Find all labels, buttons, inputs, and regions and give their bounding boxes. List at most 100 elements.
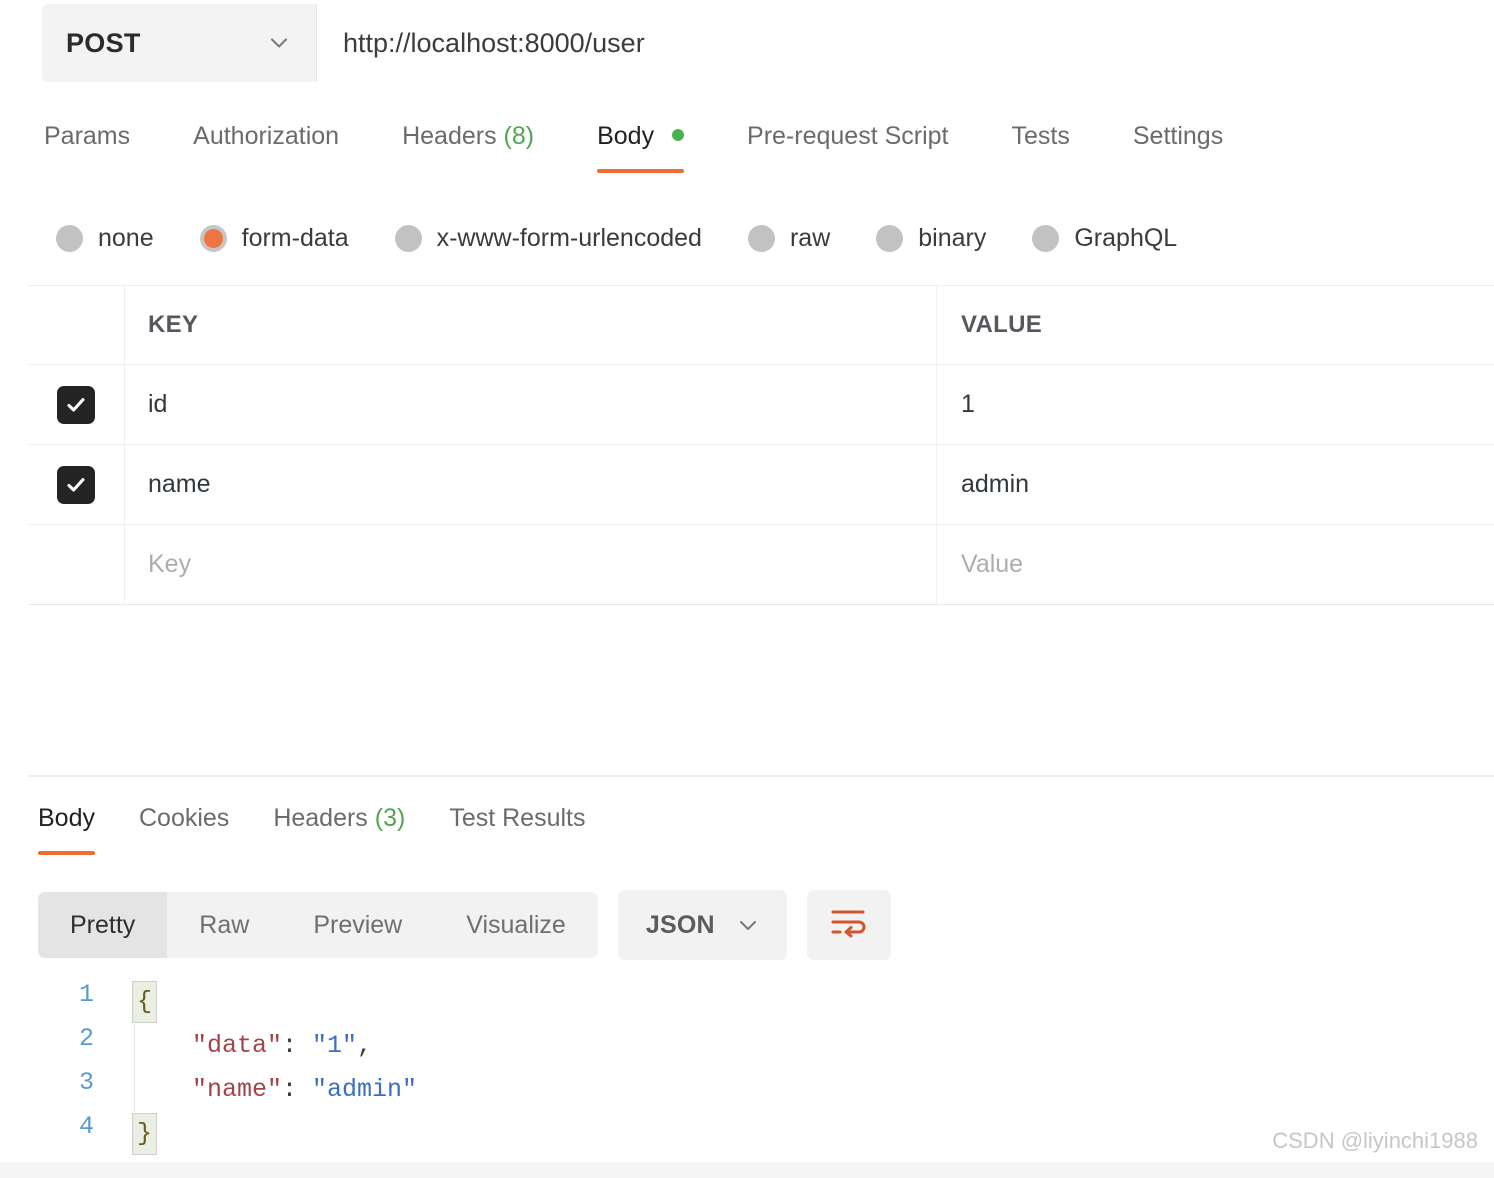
radio-icon bbox=[876, 224, 904, 252]
radio-raw-label: raw bbox=[789, 223, 831, 252]
view-mode-segmented-control: Pretty Raw Preview Visualize bbox=[38, 892, 598, 958]
check-icon[interactable] bbox=[57, 465, 95, 504]
row-key-cell[interactable]: id bbox=[125, 365, 937, 444]
tab-settings-label: Settings bbox=[1132, 122, 1224, 150]
json-value: "admin" bbox=[312, 1075, 418, 1104]
tab-body[interactable]: Body bbox=[597, 118, 685, 173]
wrap-lines-button[interactable] bbox=[806, 890, 891, 960]
brace-open: { bbox=[132, 981, 158, 1023]
view-mode-preview-label: Preview bbox=[313, 910, 403, 939]
pane-divider[interactable] bbox=[28, 775, 1494, 777]
radio-form-data-label: form-data bbox=[241, 223, 349, 252]
radio-graphql[interactable]: GraphQL bbox=[1032, 224, 1177, 253]
response-tab-headers-label: Headers bbox=[273, 804, 368, 832]
json-comma: , bbox=[357, 1031, 373, 1060]
response-format-select[interactable]: JSON bbox=[617, 890, 787, 960]
view-mode-pretty-label: Pretty bbox=[70, 910, 136, 939]
response-tab-headers-count: (3) bbox=[374, 804, 406, 832]
code-line: 1 { bbox=[38, 980, 1494, 1024]
green-dot-icon bbox=[672, 129, 685, 142]
view-mode-pretty[interactable]: Pretty bbox=[38, 892, 168, 958]
radio-graphql-label: GraphQL bbox=[1074, 223, 1178, 252]
code-line-text: } bbox=[132, 1112, 158, 1156]
radio-binary-label: binary bbox=[918, 223, 987, 252]
bottom-bar bbox=[0, 1162, 1494, 1178]
response-tab-test-results-label: Test Results bbox=[449, 804, 586, 832]
tab-authorization-label: Authorization bbox=[193, 122, 340, 150]
radio-icon bbox=[1032, 224, 1060, 252]
tab-tests-label: Tests bbox=[1011, 122, 1070, 150]
indent-guide bbox=[134, 1024, 135, 1112]
radio-selected-icon bbox=[199, 224, 227, 252]
code-line: 2 "data": "1", bbox=[38, 1024, 1494, 1068]
table-row: id 1 bbox=[28, 365, 1494, 445]
radio-form-data[interactable]: form-data bbox=[199, 223, 349, 253]
chevron-down-icon bbox=[268, 32, 290, 54]
code-line-text: { bbox=[132, 980, 158, 1024]
response-tab-body[interactable]: Body bbox=[38, 800, 95, 855]
brace-close: } bbox=[132, 1113, 158, 1155]
line-number: 2 bbox=[78, 1024, 94, 1053]
row-value-text: 1 bbox=[961, 390, 975, 418]
row-key-text: id bbox=[148, 390, 168, 418]
header-checkbox-cell bbox=[28, 286, 125, 364]
postman-request-response-panel: POST http://localhost:8000/user Params A… bbox=[0, 0, 1494, 1178]
response-format-label: JSON bbox=[645, 910, 715, 939]
wrap-lines-icon bbox=[829, 906, 869, 945]
empty-row-checkbox-cell bbox=[28, 525, 125, 604]
response-tab-test-results[interactable]: Test Results bbox=[449, 800, 585, 855]
json-separator: : bbox=[282, 1031, 313, 1060]
response-tab-body-label: Body bbox=[38, 804, 95, 832]
tab-tests[interactable]: Tests bbox=[1012, 118, 1070, 173]
url-input[interactable]: http://localhost:8000/user bbox=[316, 4, 1494, 82]
radio-x-www-form-urlencoded[interactable]: x-www-form-urlencoded bbox=[394, 224, 702, 253]
radio-binary[interactable]: binary bbox=[876, 224, 986, 253]
tab-params-label: Params bbox=[44, 122, 131, 150]
code-line-text: "data": "1", bbox=[132, 1024, 372, 1068]
view-mode-visualize-label: Visualize bbox=[466, 910, 566, 939]
tab-authorization[interactable]: Authorization bbox=[193, 118, 339, 173]
json-separator: : bbox=[282, 1075, 313, 1104]
tab-pre-request-script-label: Pre-request Script bbox=[747, 122, 949, 150]
radio-none[interactable]: none bbox=[56, 224, 154, 253]
tab-headers-count: (8) bbox=[503, 122, 535, 150]
tab-params[interactable]: Params bbox=[44, 118, 130, 173]
code-line-text: "name": "admin" bbox=[132, 1068, 417, 1112]
new-value-input[interactable]: Value bbox=[937, 525, 1494, 604]
line-number: 3 bbox=[78, 1068, 94, 1097]
tab-pre-request-script[interactable]: Pre-request Script bbox=[747, 118, 948, 173]
response-tab-cookies-label: Cookies bbox=[138, 804, 230, 832]
view-mode-visualize[interactable]: Visualize bbox=[434, 892, 598, 958]
radio-icon bbox=[56, 224, 83, 252]
radio-raw[interactable]: raw bbox=[747, 223, 831, 253]
http-method-label: POST bbox=[66, 27, 141, 58]
view-mode-raw[interactable]: Raw bbox=[167, 892, 281, 958]
radio-none-label: none bbox=[98, 223, 154, 252]
watermark: CSDN @liyinchi1988 bbox=[1272, 1128, 1478, 1153]
tab-headers[interactable]: Headers (8) bbox=[402, 118, 534, 173]
row-value-cell[interactable]: admin bbox=[937, 445, 1494, 524]
view-mode-preview[interactable]: Preview bbox=[281, 892, 434, 958]
chevron-down-icon bbox=[737, 914, 759, 936]
row-checkbox-cell bbox=[28, 445, 125, 524]
json-key: "name" bbox=[192, 1075, 283, 1104]
response-tabs: Body Cookies Headers (3) Test Results bbox=[38, 800, 1494, 860]
row-key-cell[interactable]: name bbox=[125, 445, 937, 524]
line-number: 4 bbox=[78, 1112, 94, 1141]
response-tab-cookies[interactable]: Cookies bbox=[139, 800, 229, 855]
check-icon[interactable] bbox=[57, 385, 95, 424]
response-tab-headers[interactable]: Headers (3) bbox=[273, 800, 405, 855]
new-key-input[interactable]: Key bbox=[125, 525, 937, 604]
tab-settings[interactable]: Settings bbox=[1133, 118, 1223, 173]
column-header-value: VALUE bbox=[961, 311, 1043, 338]
row-value-cell[interactable]: 1 bbox=[937, 365, 1494, 444]
http-method-select[interactable]: POST bbox=[42, 4, 316, 82]
request-tabs: Params Authorization Headers (8) Body Pr… bbox=[44, 118, 1494, 180]
table-empty-row: Key Value bbox=[28, 525, 1494, 605]
table-header-row: KEY VALUE bbox=[28, 285, 1494, 365]
view-mode-raw-label: Raw bbox=[199, 910, 250, 939]
url-text: http://localhost:8000/user bbox=[343, 27, 645, 58]
form-data-table: KEY VALUE id 1 name admin Key Value bbox=[28, 285, 1494, 605]
radio-icon bbox=[747, 224, 775, 252]
header-value-cell: VALUE bbox=[937, 286, 1494, 364]
